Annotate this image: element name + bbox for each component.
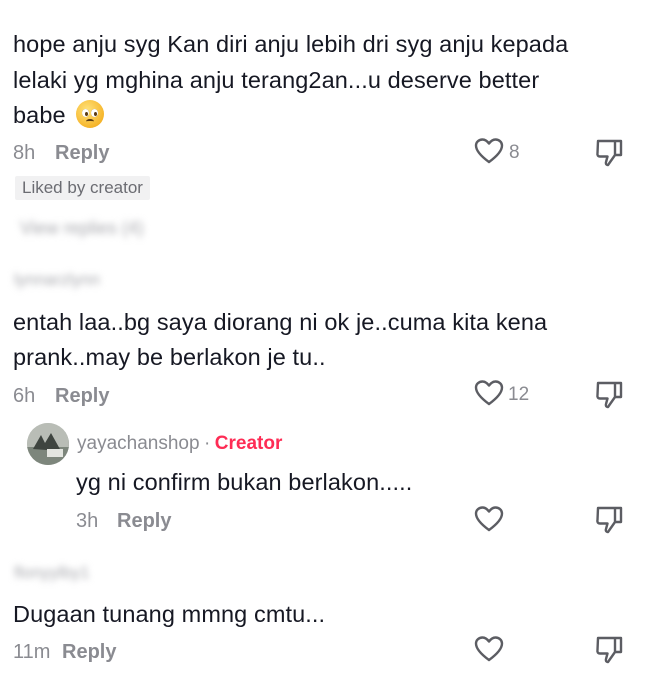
comment-4-reply-button[interactable]: Reply — [62, 641, 116, 664]
reply-header: yayachanshop · Creator — [77, 433, 282, 455]
creator-reply-time: 3h — [76, 510, 99, 532]
heart-outline-icon[interactable] — [474, 635, 504, 663]
creator-reply-reply-button[interactable]: Reply — [117, 510, 171, 533]
avatar[interactable] — [27, 423, 69, 465]
view-replies-link[interactable]: View replies (4) — [20, 218, 144, 239]
comment-4-text: Dugaan tunang mmng cmtu... — [13, 601, 326, 627]
heart-outline-icon[interactable] — [474, 505, 504, 533]
creator-username[interactable]: yayachanshop — [77, 433, 200, 454]
comment-2-like-count: 12 — [508, 384, 530, 405]
comment-1-line-2: lelaki yg mghina anju terang2an...u dese… — [13, 67, 540, 93]
comment-2-line-1: entah laa..bg saya diorang ni ok je..cum… — [13, 309, 548, 335]
pleading-face-emoji — [76, 100, 105, 128]
separator-dot: · — [204, 433, 211, 454]
comment-1-line-3-text: babe — [13, 102, 66, 128]
thumbs-down-outline-icon[interactable] — [594, 380, 624, 410]
comment-2-time: 6h — [13, 385, 36, 407]
comment-1-line-1: hope anju syg Kan diri anju lebih dri sy… — [13, 31, 569, 57]
creator-reply-text: yg ni confirm bukan berlakon..... — [76, 469, 413, 495]
comment-1-reply-button[interactable]: Reply — [55, 142, 109, 165]
comment-2-line-2: prank..may be berlakon je tu.. — [13, 344, 326, 370]
creator-label: Creator — [214, 433, 283, 454]
thumbs-down-outline-icon[interactable] — [594, 138, 624, 168]
heart-outline-icon[interactable] — [474, 137, 504, 165]
comment-2-reply-button[interactable]: Reply — [55, 385, 109, 408]
thumbs-down-outline-icon[interactable] — [594, 635, 624, 665]
comment-2-username[interactable]: lynnarzlynn — [14, 270, 100, 290]
comment-4-time: 11m — [13, 641, 51, 663]
heart-outline-icon[interactable] — [474, 379, 504, 407]
comment-4-username[interactable]: flonyylby1 — [14, 563, 90, 583]
comment-1-like-count: 8 — [509, 142, 520, 163]
comment-1-time: 8h — [13, 142, 36, 164]
thumbs-down-outline-icon[interactable] — [594, 505, 624, 535]
liked-by-creator-badge: Liked by creator — [15, 176, 150, 200]
comment-1-line-3: babe — [13, 97, 105, 133]
